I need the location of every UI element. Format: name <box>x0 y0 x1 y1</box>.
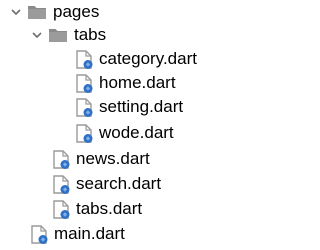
tree-folder-tabs[interactable]: tabs <box>30 23 106 47</box>
tree-file-main[interactable]: main.dart <box>30 222 125 246</box>
tree-file-label: home.dart <box>99 73 176 92</box>
folder-icon <box>48 27 68 43</box>
tree-file-wode[interactable]: wode.dart <box>75 121 174 145</box>
tree-file-tabs[interactable]: tabs.dart <box>52 197 142 221</box>
folder-icon <box>27 4 47 20</box>
dart-file-icon <box>75 73 94 94</box>
tree-file-label: tabs.dart <box>76 199 143 218</box>
tree-file-search[interactable]: search.dart <box>52 172 161 196</box>
dart-file-icon <box>75 97 94 118</box>
dart-file-icon <box>52 174 71 195</box>
tree-folder-label: pages <box>53 2 100 21</box>
chevron-down-icon[interactable] <box>30 23 44 47</box>
tree-folder-pages[interactable]: pages <box>9 0 99 24</box>
dart-file-icon <box>52 199 71 220</box>
tree-file-home[interactable]: home.dart <box>75 71 176 95</box>
dart-file-icon <box>75 123 94 144</box>
tree-file-label: setting.dart <box>99 97 184 116</box>
tree-file-label: news.dart <box>76 149 150 168</box>
dart-file-icon <box>30 224 49 245</box>
tree-file-category[interactable]: category.dart <box>75 47 197 71</box>
tree-file-label: category.dart <box>99 49 197 68</box>
project-tree: pages tabs category.dart home.dart setti… <box>0 0 261 250</box>
dart-file-icon <box>75 49 94 70</box>
chevron-down-icon[interactable] <box>9 0 23 24</box>
tree-file-label: main.dart <box>54 224 125 243</box>
tree-file-setting[interactable]: setting.dart <box>75 95 183 119</box>
tree-file-label: wode.dart <box>99 123 174 142</box>
dart-file-icon <box>52 149 71 170</box>
tree-file-news[interactable]: news.dart <box>52 147 150 171</box>
tree-file-label: search.dart <box>76 174 162 193</box>
tree-folder-label: tabs <box>74 25 107 44</box>
